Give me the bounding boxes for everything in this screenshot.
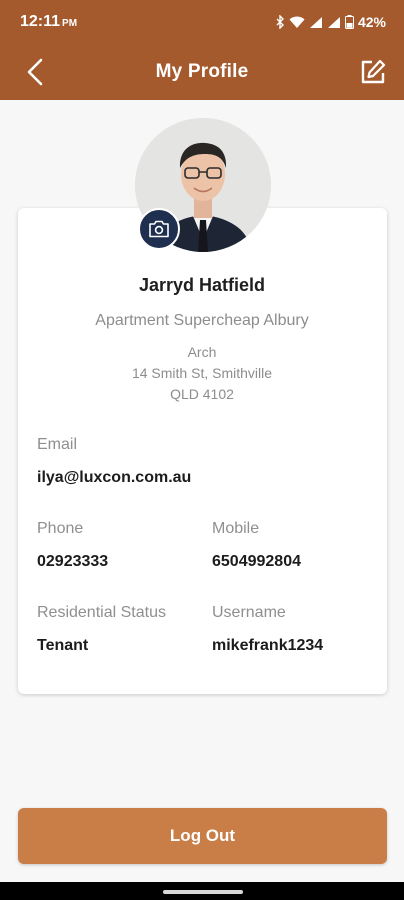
chevron-left-icon [27, 58, 43, 86]
app-bar: My Profile [0, 44, 404, 100]
email-value: ilya@luxcon.com.au [37, 469, 192, 486]
camera-icon [149, 220, 169, 238]
residential-status-value: Tenant [37, 637, 89, 654]
phone-value: 02923333 [37, 553, 109, 570]
status-time: 12:11 PM [20, 13, 77, 31]
battery-icon [344, 15, 354, 29]
status-bar: 12:11 PM 42% [0, 0, 404, 44]
status-ampm: PM [62, 18, 78, 29]
address-line-1: Arch [187, 344, 217, 360]
phone-label: Phone [37, 520, 84, 537]
signal-icon [309, 16, 323, 29]
profile-complex: Apartment Supercheap Albury [95, 312, 309, 329]
edit-profile-button[interactable] [356, 54, 390, 90]
edit-icon [361, 59, 386, 84]
address-line-3: QLD 4102 [170, 386, 234, 402]
back-button[interactable] [20, 54, 50, 90]
address-line-2: 14 Smith St, Smithville [131, 365, 273, 381]
residential-status-label: Residential Status [37, 604, 166, 621]
bluetooth-icon [276, 15, 285, 29]
mobile-label: Mobile [212, 520, 260, 537]
email-label: Email [37, 436, 78, 453]
page-title: My Profile [155, 61, 249, 82]
wifi-icon [289, 16, 305, 29]
signal-2-icon [327, 16, 341, 29]
status-icons: 42% [276, 14, 386, 30]
username-value: mikefrank1234 [212, 637, 324, 654]
home-handle[interactable] [163, 890, 243, 894]
battery-percent: 42% [357, 14, 386, 30]
username-label: Username [212, 604, 286, 621]
status-time-value: 12:11 [20, 13, 61, 30]
change-photo-button[interactable] [138, 208, 180, 250]
logout-button[interactable]: Log Out [18, 808, 387, 864]
profile-name: Jarryd Hatfield [138, 275, 266, 295]
mobile-value: 6504992804 [212, 553, 301, 570]
